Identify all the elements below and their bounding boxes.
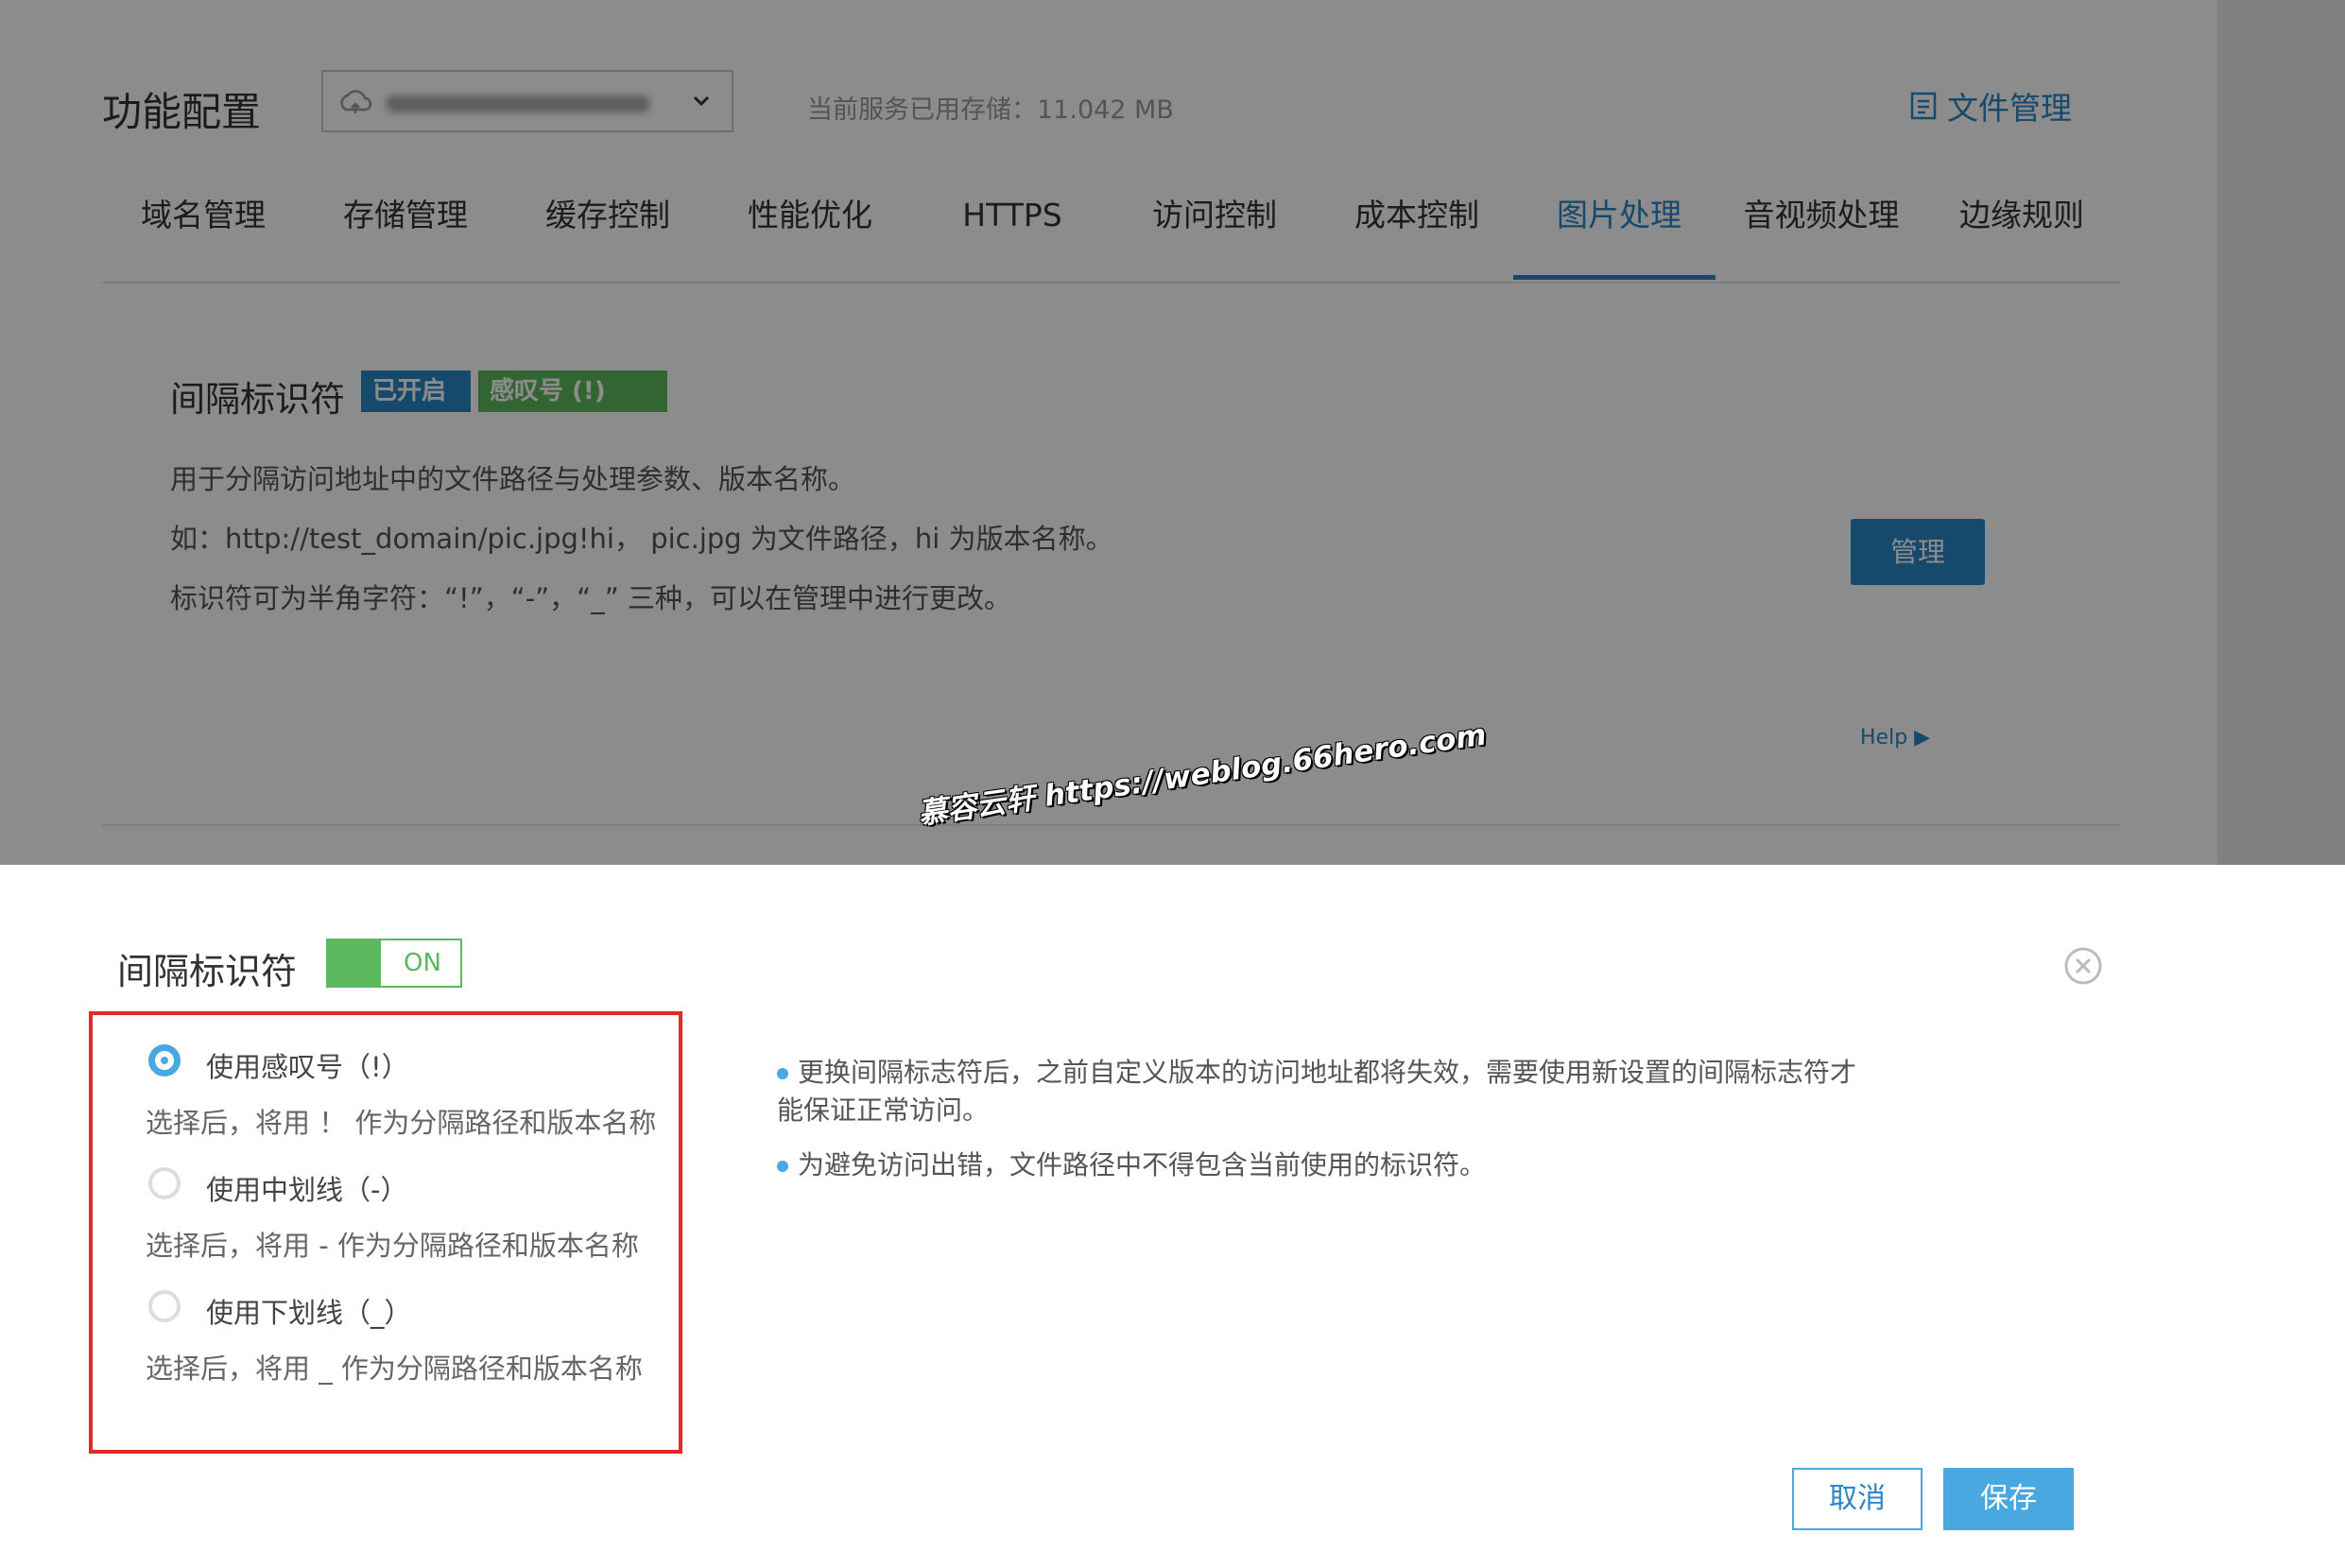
radio-hyphen[interactable] [148, 1167, 181, 1199]
toggle-knob [328, 940, 381, 986]
panel-title: 间隔标识符 [117, 951, 298, 992]
toggle-label: ON [404, 949, 441, 977]
cancel-button[interactable]: 取消 [1792, 1468, 1923, 1530]
background-page: 功能配置 当前服务已用存储：11.042 MB 文件管理 域名管理 存储管理 缓… [0, 0, 2345, 865]
radio-exclamation[interactable] [148, 1044, 181, 1077]
option-underscore-desc: 选择后，将用 _ 作为分隔路径和版本名称 [146, 1353, 643, 1385]
save-button[interactable]: 保存 [1943, 1468, 2074, 1530]
bullet-icon [777, 1161, 788, 1172]
option-hyphen-label: 使用中划线（-） [206, 1174, 408, 1206]
note-1-text: 更换间隔标志符后，之前自定义版本的访问地址都将失效，需要使用新设置的间隔标志符才… [777, 1057, 1857, 1126]
option-underscore-label: 使用下划线（_） [206, 1297, 412, 1329]
separator-settings-panel: 间隔标识符 ON 使用感叹号（!） 选择后，将用 ！ 作为分隔路径和版本名称 使… [0, 865, 2345, 1568]
option-hyphen-desc: 选择后，将用 - 作为分隔路径和版本名称 [146, 1230, 639, 1262]
modal-overlay [0, 0, 2345, 865]
option-exclamation-label: 使用感叹号（!） [206, 1051, 409, 1083]
option-exclamation-desc: 选择后，将用 ！ 作为分隔路径和版本名称 [146, 1107, 657, 1139]
bullet-icon [777, 1068, 788, 1079]
note-2: 为避免访问出错，文件路径中不得包含当前使用的标识符。 [777, 1146, 1873, 1184]
note-2-text: 为避免访问出错，文件路径中不得包含当前使用的标识符。 [798, 1149, 1487, 1180]
separator-toggle[interactable]: ON [326, 939, 462, 988]
close-icon[interactable] [2062, 945, 2104, 987]
radio-underscore[interactable] [148, 1290, 181, 1322]
note-1: 更换间隔标志符后，之前自定义版本的访问地址都将失效，需要使用新设置的间隔标志符才… [777, 1054, 1873, 1129]
